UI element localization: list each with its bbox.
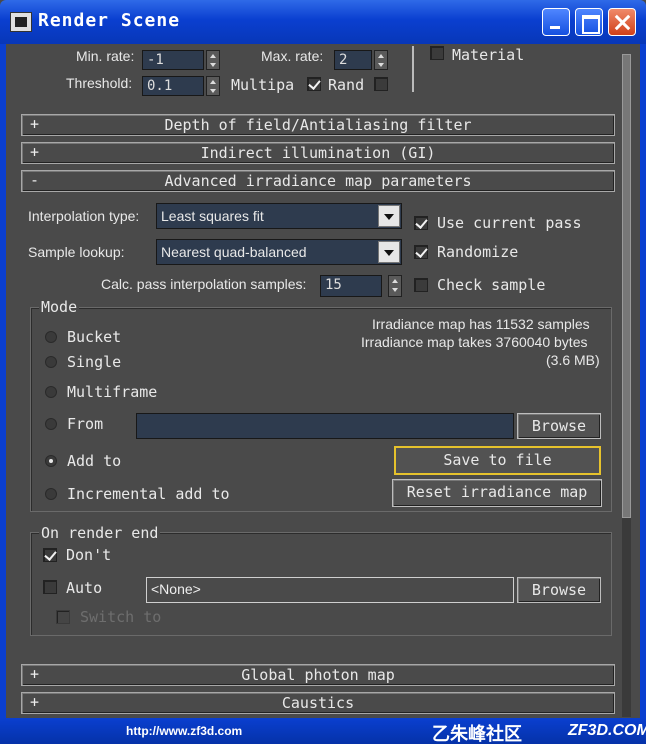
rollout-dof[interactable]: + Depth of field/Antialiasing filter: [21, 114, 615, 136]
use-current-pass-label: Use current pass: [437, 214, 582, 232]
calc-pass-label: Calc. pass interpolation samples:: [101, 276, 307, 292]
randomize-label: Randomize: [437, 243, 519, 261]
sample-lookup-dropdown[interactable]: Nearest quad-balanced: [156, 239, 402, 265]
threshold-field[interactable]: 0.1: [142, 76, 204, 96]
from-path-input[interactable]: [136, 413, 514, 439]
window-title: Render Scene: [38, 10, 181, 31]
auto-save-checkbox[interactable]: [43, 580, 57, 594]
rollout-gi[interactable]: + Indirect illumination (GI): [21, 142, 615, 164]
calc-pass-field[interactable]: 15: [320, 275, 382, 297]
threshold-label: Threshold:: [66, 75, 133, 91]
footer-bar: http://www.zf3d.com 乙朱峰社区 ZF3D.COM: [0, 718, 646, 744]
interpolation-type-label: Interpolation type:: [28, 208, 140, 224]
rollout-title: Depth of field/Antialiasing filter: [164, 116, 472, 134]
reset-irradiance-map-button[interactable]: Reset irradiance map: [392, 479, 602, 507]
multiframe-radio[interactable]: [45, 386, 57, 398]
bucket-radio[interactable]: [45, 331, 57, 343]
bucket-label: Bucket: [67, 328, 122, 346]
add-to-label: Add to: [67, 452, 122, 470]
multipass-label: Multipa: [231, 76, 295, 94]
chevron-down-icon[interactable]: [378, 205, 400, 227]
threshold-spinner[interactable]: [206, 76, 220, 96]
randomize-checkbox[interactable]: [414, 245, 428, 259]
min-rate-field[interactable]: -1: [142, 50, 204, 70]
switch-to-label: Switch to: [80, 608, 162, 626]
use-current-pass-checkbox[interactable]: [414, 216, 428, 230]
randomize-top-label: Rand: [328, 76, 365, 94]
divider: [412, 46, 414, 92]
from-label: From: [67, 415, 104, 433]
rollout-title: Global photon map: [241, 666, 395, 684]
multiframe-label: Multiframe: [67, 383, 158, 401]
check-sample-checkbox[interactable]: [414, 278, 428, 292]
irradiance-mb-info: (3.6 MB): [546, 352, 600, 368]
incremental-radio[interactable]: [45, 488, 57, 500]
switch-to-checkbox[interactable]: [56, 610, 70, 624]
max-rate-field[interactable]: 2: [334, 50, 372, 70]
footer-site: ZF3D.COM: [568, 722, 646, 739]
single-radio[interactable]: [45, 356, 57, 368]
auto-save-path-input[interactable]: <None>: [146, 577, 514, 603]
irradiance-bytes-info: Irradiance map takes 3760040 bytes: [361, 334, 588, 350]
on-render-end-label: On render end: [39, 524, 161, 542]
chevron-down-icon[interactable]: [378, 241, 400, 263]
app-icon: [10, 12, 32, 32]
randomize-top-checkbox[interactable]: [374, 77, 388, 91]
min-rate-label: Min. rate:: [76, 48, 135, 64]
rollout-advanced-irradiance[interactable]: - Advanced irradiance map parameters: [21, 170, 615, 192]
dropdown-value: Nearest quad-balanced: [161, 244, 307, 260]
material-label: Material: [452, 46, 525, 64]
dont-delete-label: Don't: [66, 546, 112, 564]
min-rate-spinner[interactable]: [206, 50, 220, 70]
rollout-global-photon-map[interactable]: + Global photon map: [21, 664, 615, 686]
max-rate-spinner[interactable]: [374, 50, 388, 70]
maximize-button[interactable]: [575, 8, 603, 36]
max-rate-label: Max. rate:: [261, 48, 324, 64]
single-label: Single: [67, 353, 122, 371]
mode-browse-button[interactable]: Browse: [517, 413, 601, 439]
rollout-title: Caustics: [281, 694, 355, 712]
minimize-button[interactable]: [542, 8, 570, 36]
sample-lookup-label: Sample lookup:: [28, 244, 125, 260]
footer-url: http://www.zf3d.com: [126, 724, 243, 738]
from-radio[interactable]: [45, 418, 57, 430]
add-to-radio[interactable]: [45, 455, 57, 467]
irradiance-samples-info: Irradiance map has 11532 samples: [372, 316, 590, 332]
calc-pass-spinner[interactable]: [388, 275, 402, 297]
dont-delete-checkbox[interactable]: [43, 548, 57, 562]
check-sample-label: Check sample: [437, 276, 546, 294]
rollout-title: Advanced irradiance map parameters: [164, 172, 472, 190]
title-bar[interactable]: Render Scene: [0, 0, 646, 44]
interpolation-type-dropdown[interactable]: Least squares fit: [156, 203, 402, 229]
footer-brand: 乙朱峰社区: [432, 724, 522, 744]
rollout-title: Indirect illumination (GI): [200, 144, 436, 162]
mode-group-label: Mode: [39, 298, 80, 316]
dropdown-value: Least squares fit: [161, 208, 264, 224]
close-button[interactable]: [608, 8, 636, 36]
scrollbar-thumb[interactable]: [622, 54, 631, 518]
material-checkbox[interactable]: [430, 46, 444, 60]
rollout-caustics[interactable]: + Caustics: [21, 692, 615, 714]
auto-save-label: Auto: [66, 579, 103, 597]
save-to-file-button[interactable]: Save to file: [394, 446, 601, 475]
incremental-label: Incremental add to: [67, 485, 230, 503]
auto-save-browse-button[interactable]: Browse: [517, 577, 601, 603]
multipass-checkbox[interactable]: [307, 77, 321, 91]
